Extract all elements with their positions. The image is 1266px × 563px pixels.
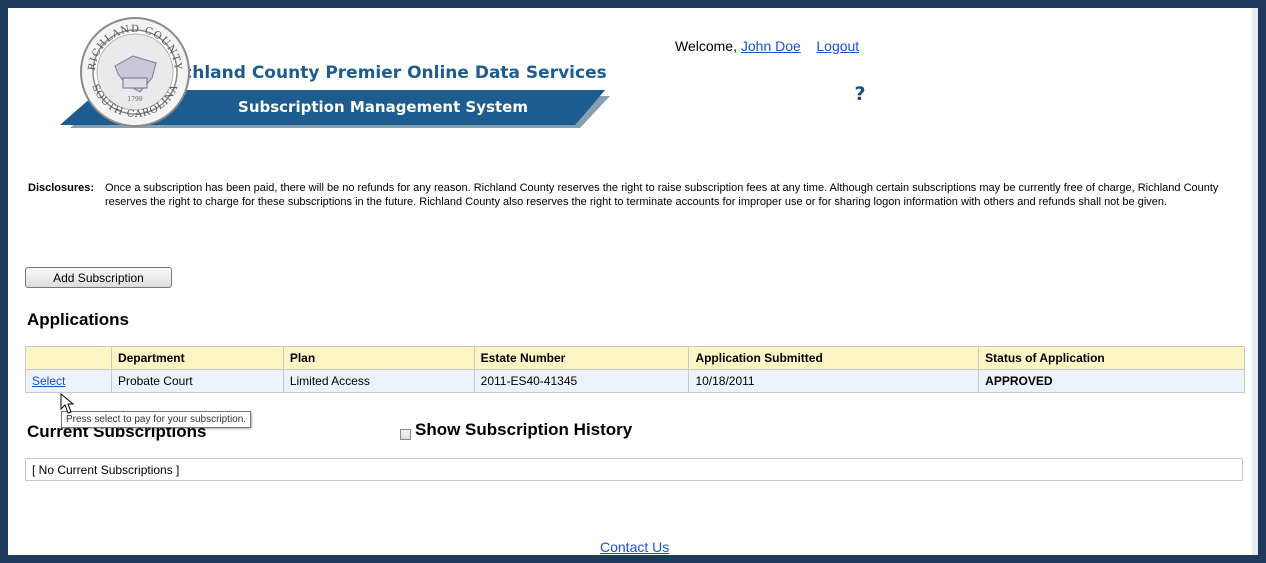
disclosures-label: Disclosures:: [28, 182, 95, 194]
mouse-pointer-icon: [60, 393, 74, 414]
help-question-icon[interactable]: ?: [852, 82, 868, 104]
welcome-bar: Welcome, John Doe Logout: [675, 38, 859, 54]
column-header-estate-number: Estate Number: [473, 346, 690, 370]
select-link[interactable]: Select: [32, 374, 65, 388]
welcome-text: Welcome,: [675, 38, 737, 54]
vertical-scrollbar[interactable]: [1252, 8, 1258, 555]
show-history-label[interactable]: Show Subscription History: [415, 420, 632, 440]
banner-title-line2: Subscription Management System: [238, 98, 528, 116]
table-row: Select Probate Court Limited Access 2011…: [25, 369, 1245, 393]
column-header-action: [25, 346, 112, 370]
contact-us-link[interactable]: Contact Us: [600, 539, 669, 555]
applications-title: Applications: [27, 310, 130, 329]
table-header-row: Department Plan Estate Number Applicatio…: [25, 346, 1245, 370]
applications-table: Department Plan Estate Number Applicatio…: [25, 346, 1245, 393]
cell-submitted: 10/18/2011: [688, 369, 980, 393]
user-name-link[interactable]: John Doe: [741, 38, 801, 54]
select-tooltip: Press select to pay for your subscriptio…: [61, 411, 252, 428]
no-subscriptions-text: [ No Current Subscriptions ]: [32, 463, 180, 477]
current-subscriptions-box: [ No Current Subscriptions ]: [25, 458, 1243, 481]
banner-title-line1: Richland County Premier Online Data Serv…: [163, 63, 606, 83]
show-history-checkbox[interactable]: [400, 429, 411, 440]
column-header-status: Status of Application: [978, 346, 1245, 370]
column-header-department: Department: [110, 346, 284, 370]
add-subscription-button[interactable]: Add Subscription: [25, 267, 172, 288]
cell-status: APPROVED: [978, 369, 1245, 393]
cell-plan: Limited Access: [282, 369, 475, 393]
county-seal-icon: 1799 RICHLAND COUNTY SOUTH CAROLINA: [80, 17, 190, 127]
logout-link[interactable]: Logout: [816, 38, 859, 54]
column-header-plan: Plan: [282, 346, 475, 370]
cell-estate-number: 2011-ES40-41345: [473, 369, 690, 393]
svg-text:1799: 1799: [127, 96, 142, 103]
disclosures-text: Once a subscription has been paid, there…: [105, 182, 1219, 208]
svg-text:?: ?: [854, 83, 865, 104]
cell-department: Probate Court: [110, 369, 284, 393]
column-header-submitted: Application Submitted: [688, 346, 980, 370]
page-frame: Richland County Premier Online Data Serv…: [8, 8, 1252, 555]
